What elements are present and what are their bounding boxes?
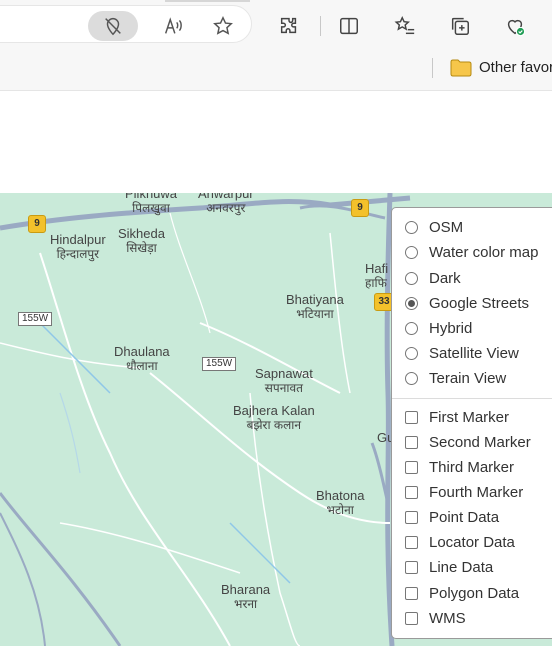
base-layer-google-streets[interactable]: Google Streets xyxy=(405,295,529,312)
extensions-puzzle-icon[interactable] xyxy=(276,13,302,39)
checkbox[interactable] xyxy=(405,587,418,600)
base-layer-terrain[interactable]: Terain View xyxy=(405,370,506,387)
place-label: Bajhera Kalan बझेरा कलान xyxy=(233,403,315,433)
layer-control-panel: OSM Water color map Dark Google Streets … xyxy=(391,207,552,639)
checkbox[interactable] xyxy=(405,561,418,574)
highway-shield: 9 xyxy=(28,215,46,233)
place-label: Hindalpur हिन्दालपुर xyxy=(50,232,106,262)
base-layer-satellite[interactable]: Satellite View xyxy=(405,345,519,362)
overlay-first-marker[interactable]: First Marker xyxy=(405,409,509,426)
overlay-wms[interactable]: WMS xyxy=(405,610,466,627)
toolbar-divider xyxy=(320,16,321,36)
base-layer-osm[interactable]: OSM xyxy=(405,219,463,236)
collections-icon[interactable] xyxy=(447,13,473,39)
radio-button[interactable] xyxy=(405,372,418,385)
place-label: Pilkhuwa पिलखुवा xyxy=(125,193,178,215)
place-label: Bharana भरना xyxy=(221,582,271,612)
layer-control-separator xyxy=(392,398,552,399)
place-label: Sapnawat सपनावत xyxy=(255,366,313,396)
checkbox[interactable] xyxy=(405,612,418,625)
checkbox[interactable] xyxy=(405,436,418,449)
folder-icon[interactable] xyxy=(450,58,472,78)
place-label: Hafi हाफि xyxy=(365,261,389,291)
location-blocked-icon[interactable] xyxy=(100,13,126,39)
radio-button[interactable] xyxy=(405,322,418,335)
overlay-line-data[interactable]: Line Data xyxy=(405,559,493,576)
road-label: 155W xyxy=(202,357,237,371)
favorites-divider xyxy=(432,58,433,78)
place-label: Bhatiyana भटियाना xyxy=(286,292,344,322)
overlay-locator-data[interactable]: Locator Data xyxy=(405,534,515,551)
other-favorites-label[interactable]: Other favor xyxy=(479,59,552,76)
page-blank-area xyxy=(0,91,552,193)
place-label: Sikheda सिखेड़ा xyxy=(118,226,165,256)
overlay-second-marker[interactable]: Second Marker xyxy=(405,434,531,451)
checkbox[interactable] xyxy=(405,536,418,549)
split-screen-icon[interactable] xyxy=(336,13,362,39)
checkbox[interactable] xyxy=(405,511,418,524)
base-layer-watercolor[interactable]: Water color map xyxy=(405,244,538,261)
favorites-list-icon[interactable] xyxy=(392,13,418,39)
place-label: Dhaulana धौलाना xyxy=(114,344,170,374)
radio-button[interactable] xyxy=(405,221,418,234)
browser-essentials-icon[interactable] xyxy=(502,13,528,39)
tab-edge xyxy=(165,0,250,2)
base-layer-hybrid[interactable]: Hybrid xyxy=(405,320,472,337)
checkbox[interactable] xyxy=(405,461,418,474)
favorites-bar: Other favor xyxy=(0,52,552,91)
overlay-fourth-marker[interactable]: Fourth Marker xyxy=(405,484,523,501)
radio-button[interactable] xyxy=(405,272,418,285)
overlay-point-data[interactable]: Point Data xyxy=(405,509,499,526)
highway-shield: 9 xyxy=(351,199,369,217)
base-layer-dark[interactable]: Dark xyxy=(405,270,461,287)
road-label: 155W xyxy=(18,312,53,326)
overlay-polygon-data[interactable]: Polygon Data xyxy=(405,585,519,602)
checkbox[interactable] xyxy=(405,411,418,424)
checkbox[interactable] xyxy=(405,486,418,499)
radio-button[interactable] xyxy=(405,347,418,360)
place-label: Anwarpur अनवरपुर xyxy=(198,193,254,215)
radio-button[interactable] xyxy=(405,246,418,259)
radio-button-selected[interactable] xyxy=(405,297,418,310)
favorite-star-icon[interactable] xyxy=(210,13,236,39)
browser-toolbar xyxy=(0,0,552,52)
read-aloud-icon[interactable] xyxy=(160,13,186,39)
overlay-third-marker[interactable]: Third Marker xyxy=(405,459,514,476)
place-label: Bhatona भटोना xyxy=(316,488,365,518)
